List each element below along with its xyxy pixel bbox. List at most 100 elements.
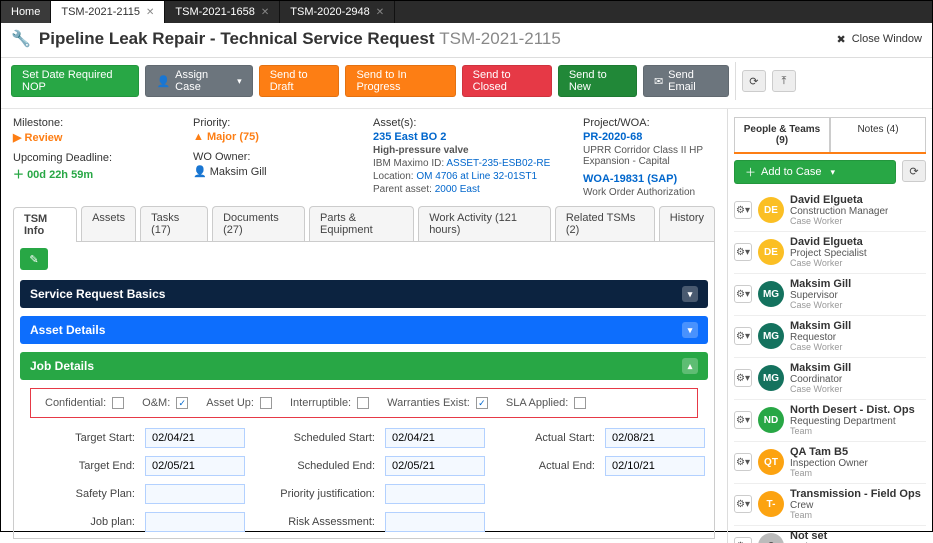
send-to-closed-button[interactable]: Send to Closed (462, 65, 552, 97)
project-description: UPRR Corridor Class II HP Expansion - Ca… (583, 145, 715, 167)
content-tab[interactable]: Related TSMs (2) (555, 206, 655, 241)
document-tab[interactable]: TSM-2021-1658✕ (165, 1, 280, 23)
doc-tabs: TSM InfoAssetsTasks (17)Documents (27)Pa… (13, 206, 715, 242)
person-name: David Elgueta (790, 236, 867, 248)
section-job-details[interactable]: Job Details ▴ (20, 352, 708, 380)
checkbox[interactable] (260, 397, 272, 409)
content-tab[interactable]: Tasks (17) (140, 206, 208, 241)
edit-button[interactable]: ✎ (20, 248, 48, 270)
close-icon[interactable]: ✕ (146, 7, 154, 18)
close-window-button[interactable]: ✖ Close Window (836, 33, 922, 46)
gear-icon[interactable]: ⚙▾ (734, 201, 752, 219)
send-email-button[interactable]: ✉ Send Email (643, 65, 729, 97)
person-row: ⚙▾?Not setProject ManagerCase Worker (734, 526, 926, 543)
target-start-input[interactable] (145, 428, 245, 448)
project-label: Project/WOA: (583, 117, 715, 129)
woa-description: Work Order Authorization (583, 187, 715, 198)
checkbox[interactable]: ✓ (476, 397, 488, 409)
asset-link[interactable]: 235 East BO 2 (373, 131, 573, 143)
person-row: ⚙▾MGMaksim GillSupervisorCase Worker (734, 274, 926, 316)
gear-icon[interactable]: ⚙▾ (734, 243, 752, 261)
tab-people-teams[interactable]: People & Teams (9) (734, 117, 830, 152)
side-refresh-button[interactable]: ⟳ (902, 160, 926, 182)
checkbox[interactable] (112, 397, 124, 409)
person-subrole: Case Worker (790, 301, 851, 311)
wo-owner-label: WO Owner: (193, 151, 363, 163)
person-row: ⚙▾QTQA Tam B5Inspection OwnerTeam (734, 442, 926, 484)
avatar: ND (758, 407, 784, 433)
job-flag: SLA Applied: (506, 397, 586, 409)
deadline-value: ＋ 00d 22h 59m (13, 166, 183, 182)
gear-icon[interactable]: ⚙▾ (734, 495, 752, 513)
refresh-button[interactable]: ⟳ (742, 70, 766, 92)
avatar: QT (758, 449, 784, 475)
job-plan-label: Job plan: (40, 516, 135, 528)
send-to-new-button[interactable]: Send to New (558, 65, 637, 97)
person-name: Transmission - Field Ops (790, 488, 921, 500)
content-tab[interactable]: History (659, 206, 715, 241)
assign-case-button[interactable]: 👤 Assign Case (145, 65, 252, 97)
upload-button[interactable]: ⤒ (772, 70, 796, 92)
tab-home[interactable]: Home (1, 1, 51, 23)
actual-end-input[interactable] (605, 456, 705, 476)
checkbox[interactable]: ✓ (176, 397, 188, 409)
content-tab[interactable]: Documents (27) (212, 206, 305, 241)
play-icon: ▶ (13, 132, 21, 144)
document-tab[interactable]: TSM-2020-2948✕ (280, 1, 395, 23)
priority-value[interactable]: ▲ Major (75) (193, 131, 363, 143)
maximo-id-link[interactable]: ASSET-235-ESB02-RE (446, 158, 550, 169)
send-to-draft-button[interactable]: Send to Draft (259, 65, 340, 97)
content-tab[interactable]: Work Activity (121 hours) (418, 206, 551, 241)
person-row: ⚙▾T-Transmission - Field OpsCrewTeam (734, 484, 926, 526)
woa-link[interactable]: WOA-19831 (SAP) (583, 173, 715, 185)
add-to-case-button[interactable]: ＋ Add to Case (734, 160, 896, 184)
target-end-label: Target End: (40, 460, 135, 472)
send-to-in-progress-button[interactable]: Send to In Progress (345, 65, 455, 97)
gear-icon[interactable]: ⚙▾ (734, 453, 752, 471)
gear-icon[interactable]: ⚙▾ (734, 285, 752, 303)
content-tab[interactable]: Parts & Equipment (309, 206, 414, 241)
mail-icon: ✉ (654, 75, 663, 88)
tab-notes[interactable]: Notes (4) (830, 117, 926, 152)
section-asset-details[interactable]: Asset Details ▾ (20, 316, 708, 344)
job-plan-input[interactable] (145, 512, 245, 532)
target-end-input[interactable] (145, 456, 245, 476)
parent-asset-link[interactable]: 2000 East (435, 184, 480, 195)
wrench-icon: 🔧 (11, 29, 31, 49)
person-name: Maksim Gill (790, 320, 851, 332)
content-tab[interactable]: Assets (81, 206, 136, 241)
gear-icon[interactable]: ⚙▾ (734, 369, 752, 387)
avatar: T- (758, 491, 784, 517)
milestone-value[interactable]: ▶ Review (13, 131, 183, 144)
person-name: North Desert - Dist. Ops (790, 404, 915, 416)
document-tab[interactable]: TSM-2021-2115✕ (51, 1, 165, 23)
priority-justification-input[interactable] (385, 484, 485, 504)
content-tab[interactable]: TSM Info (13, 207, 77, 242)
scheduled-start-input[interactable] (385, 428, 485, 448)
person-name: Maksim Gill (790, 278, 851, 290)
person-row: ⚙▾MGMaksim GillCoordinatorCase Worker (734, 358, 926, 400)
gear-icon[interactable]: ⚙▾ (734, 327, 752, 345)
scheduled-start-label: Scheduled Start: (255, 432, 375, 444)
tsm-info-panel: ✎ Service Request Basics ▾ Asset Details… (13, 242, 715, 539)
location-link[interactable]: OM 4706 at Line 32-01ST1 (416, 171, 537, 182)
scheduled-end-input[interactable] (385, 456, 485, 476)
set-date-required-button[interactable]: Set Date Required NOP (11, 65, 139, 97)
checkbox[interactable] (357, 397, 369, 409)
section-service-request[interactable]: Service Request Basics ▾ (20, 280, 708, 308)
project-link[interactable]: PR-2020-68 (583, 131, 715, 143)
close-icon[interactable]: ✕ (261, 7, 269, 18)
checkbox[interactable] (574, 397, 586, 409)
person-subrole: Team (790, 427, 915, 437)
gear-icon[interactable]: ⚙▾ (734, 537, 752, 543)
close-icon[interactable]: ✕ (376, 7, 384, 18)
actual-start-input[interactable] (605, 428, 705, 448)
person-name: Maksim Gill (790, 362, 851, 374)
safety-plan-input[interactable] (145, 484, 245, 504)
job-flag: Warranties Exist:✓ (387, 397, 488, 409)
gear-icon[interactable]: ⚙▾ (734, 411, 752, 429)
risk-assessment-input[interactable] (385, 512, 485, 532)
chevron-down-icon: ▾ (682, 286, 698, 302)
risk-assessment-label: Risk Assessment: (255, 516, 375, 528)
job-flag: O&M:✓ (142, 397, 188, 409)
